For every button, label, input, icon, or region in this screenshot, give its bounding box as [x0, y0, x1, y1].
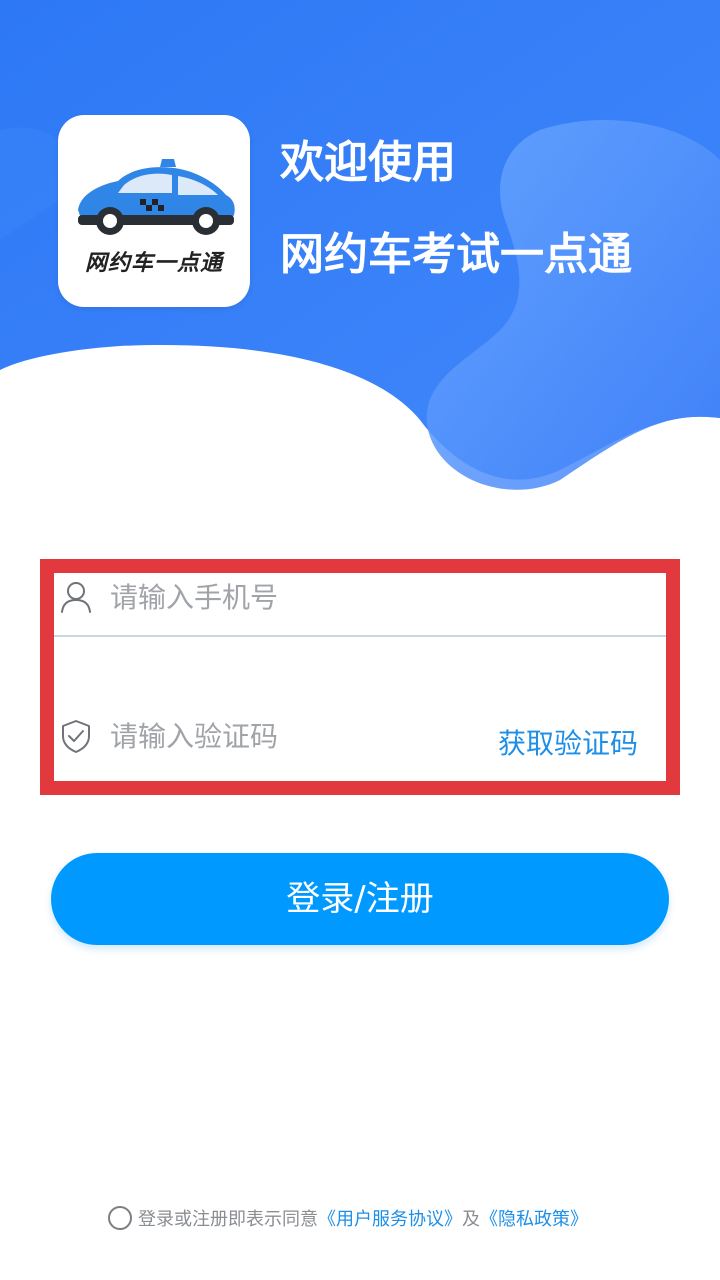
shield-check-icon: [62, 720, 90, 753]
login-screen: 网约车一点通 欢迎使用 网约车考试一点通 获取验证码 登录/注册 登录或注册即表…: [0, 0, 720, 1280]
privacy-policy-link[interactable]: 《隐私政策》: [480, 1209, 588, 1230]
user-icon: [61, 582, 91, 613]
app-name-title: 网约车考试一点通: [280, 229, 632, 280]
code-field-row: 获取验证码: [54, 712, 666, 774]
taxi-car-icon: [78, 159, 235, 235]
agreement-prefix: 登录或注册即表示同意: [138, 1209, 318, 1230]
welcome-title: 欢迎使用: [280, 137, 456, 188]
get-code-button[interactable]: 获取验证码: [498, 722, 638, 762]
verification-code-input[interactable]: [110, 714, 410, 758]
phone-input[interactable]: [110, 575, 490, 619]
phone-field-row: [54, 573, 666, 637]
agreement-row: 登录或注册即表示同意《用户服务协议》及《隐私政策》: [108, 1206, 588, 1234]
login-register-button[interactable]: 登录/注册: [51, 853, 669, 945]
app-logo: 网约车一点通: [58, 115, 250, 307]
agreement-conjunction: 及: [462, 1209, 480, 1230]
agree-radio[interactable]: [108, 1206, 132, 1230]
logo-text: 网约车一点通: [84, 251, 223, 276]
user-agreement-link[interactable]: 《用户服务协议》: [318, 1209, 462, 1230]
